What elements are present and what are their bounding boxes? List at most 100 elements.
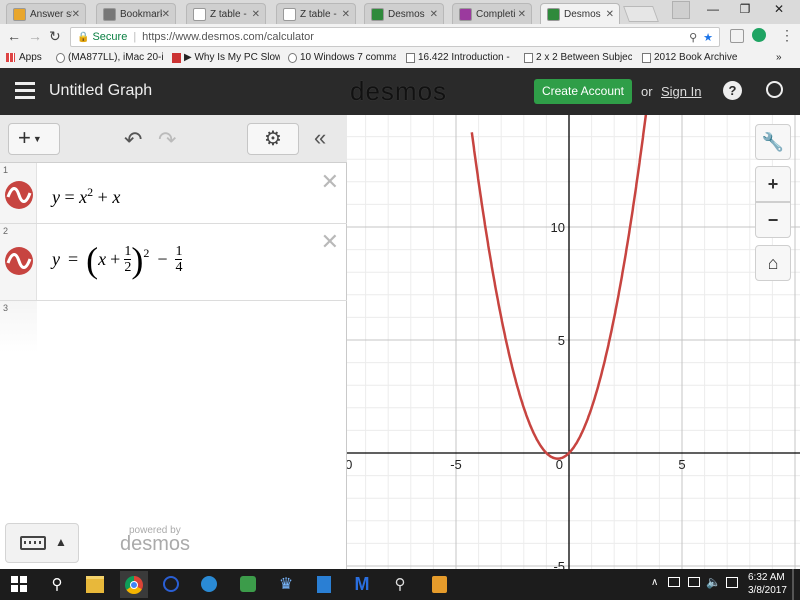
expression-toolbar: + ▼ ↶ ↷ ⚙ « [0, 115, 347, 163]
browser-tab[interactable]: Bookmark ✕ [96, 3, 176, 24]
hamburger-menu-icon[interactable] [15, 82, 35, 100]
close-window-icon[interactable]: ✕ [764, 2, 794, 16]
forward-icon[interactable]: → [28, 28, 42, 44]
expression-number: 1 [3, 165, 9, 175]
bookmark-item[interactable]: (MA877LL), iMac 20-in [56, 52, 164, 63]
profile-icon[interactable] [672, 1, 690, 19]
bookmark-item[interactable]: ▶ Why Is My PC Slow [172, 52, 280, 63]
tab-close-icon[interactable]: ✕ [518, 9, 526, 20]
collapse-panel-icon[interactable]: « [314, 125, 326, 151]
curve-color-icon[interactable] [4, 246, 34, 276]
redo-icon[interactable]: ↷ [158, 127, 176, 153]
minimize-icon[interactable]: — [698, 2, 728, 16]
extension-icon-2[interactable] [752, 28, 766, 42]
app-icon[interactable] [428, 573, 450, 595]
tray-icon[interactable] [668, 577, 680, 587]
tab-favicon-icon [193, 7, 206, 21]
network-icon[interactable] [688, 577, 700, 587]
tab-close-icon[interactable]: ✕ [72, 9, 80, 20]
address-bar[interactable]: 🔒 Secure | https://www.desmos.com/calcul… [70, 27, 720, 47]
browser-tab[interactable]: Desmos ✕ [364, 3, 444, 24]
tab-close-icon[interactable]: ✕ [430, 9, 438, 20]
keypad-toggle-button[interactable]: ▲ [5, 523, 79, 563]
notifications-icon[interactable] [792, 569, 794, 600]
wrench-icon[interactable]: 🔧 [755, 124, 791, 160]
tab-close-icon[interactable]: ✕ [252, 9, 260, 20]
tab-title: Desmos [564, 8, 601, 20]
clock-time[interactable]: 6:32 AM [748, 572, 785, 583]
expression-math[interactable]: y = x2 + x [52, 185, 120, 208]
home-icon[interactable]: ⌂ [755, 245, 791, 281]
app-icon[interactable] [160, 573, 182, 595]
tab-close-icon[interactable]: ✕ [606, 9, 614, 20]
sign-in-link[interactable]: Sign In [661, 84, 701, 99]
app-icon[interactable] [198, 573, 220, 595]
bookmark-item[interactable]: 2 x 2 Between Subjec [524, 52, 632, 63]
expression-math[interactable]: y = ( x + 12 ) 2 − 14 [52, 242, 183, 278]
undo-icon[interactable]: ↶ [124, 127, 142, 153]
bookmark-item[interactable]: Apps [6, 52, 50, 63]
tray-caret-icon[interactable]: ∧ [651, 577, 658, 588]
tick-label: 5 [678, 457, 685, 472]
volume-icon[interactable]: 🔈 [706, 575, 721, 589]
zoom-in-icon[interactable]: + [755, 166, 791, 202]
expression-row[interactable]: 2 y = ( x + 12 ) 2 − 14 ✕ [0, 224, 347, 301]
zoom-icon[interactable]: ⚲ [689, 31, 697, 44]
browser-toolbar: ← → ↻ 🔒 Secure | https://www.desmos.com/… [0, 24, 800, 50]
empty-expression-row[interactable]: 3 [0, 301, 347, 353]
tab-close-icon[interactable]: ✕ [342, 9, 350, 20]
bookmark-item[interactable]: 2012 Book Archive [642, 52, 742, 63]
browser-tab[interactable]: Completi ✕ [452, 3, 532, 24]
secure-label: Secure [92, 31, 128, 43]
app-icon[interactable] [237, 573, 259, 595]
menu-icon[interactable]: ⋮ [780, 27, 794, 44]
tab-title: Desmos [388, 8, 425, 20]
ime-icon[interactable] [726, 577, 738, 588]
search-icon[interactable]: ⚲ [46, 573, 68, 595]
bookmark-item[interactable]: 16.422 Introduction - [406, 52, 514, 63]
delete-expression-icon[interactable]: ✕ [321, 169, 339, 195]
graph-title[interactable]: Untitled Graph [49, 82, 152, 100]
bookmark-icon [642, 52, 651, 63]
reload-icon[interactable]: ↻ [49, 28, 61, 45]
browser-tab[interactable]: Z table - ✕ [186, 3, 266, 24]
bookmark-star-icon[interactable]: ★ [703, 31, 713, 44]
back-icon[interactable]: ← [7, 28, 21, 44]
app-icon[interactable]: ♛ [275, 573, 297, 595]
maximize-icon[interactable]: ❐ [730, 2, 760, 16]
settings-gear-icon[interactable]: ⚙ [247, 123, 299, 155]
graph-paper[interactable]: -10-505105-5 [347, 115, 800, 569]
browser-tab-strip: Answer st ✕ Bookmark ✕ Z table - ✕ Z table - … [0, 0, 800, 24]
create-account-button[interactable]: Create Account [534, 79, 632, 104]
globe-icon[interactable] [766, 81, 783, 98]
bookmarks-more[interactable]: » [776, 52, 782, 63]
windows-start-icon[interactable] [8, 573, 30, 595]
add-item-button[interactable]: + ▼ [8, 123, 60, 155]
keyboard-icon [20, 536, 46, 550]
file-explorer-icon[interactable] [84, 573, 106, 595]
browser-tab[interactable]: Desmos ✕ [540, 3, 620, 24]
browser-tab[interactable]: Answer st ✕ [6, 3, 86, 24]
browser-tab[interactable]: Z table - ✕ [276, 3, 356, 24]
app-icon[interactable]: ⚲ [389, 573, 411, 595]
curve-color-icon[interactable] [4, 180, 34, 210]
clock-date[interactable]: 3/8/2017 [748, 585, 787, 596]
tab-favicon-icon [371, 7, 384, 21]
tab-close-icon[interactable]: ✕ [162, 9, 170, 20]
app-icon[interactable] [313, 573, 335, 595]
caret-up-icon: ▲ [55, 535, 67, 549]
apps-icon [6, 53, 15, 62]
extension-icon[interactable] [730, 29, 744, 43]
bookmark-item[interactable]: 10 Windows 7 comma [288, 52, 396, 63]
help-icon[interactable]: ? [723, 81, 742, 100]
app-icon[interactable]: M [351, 573, 373, 595]
powered-by-logo[interactable]: desmos [120, 533, 190, 556]
new-tab-button[interactable] [623, 6, 659, 22]
delete-expression-icon[interactable]: ✕ [321, 229, 339, 255]
graph-svg[interactable]: -10-505105-5 [347, 115, 800, 569]
chrome-icon[interactable] [120, 571, 148, 598]
tab-favicon-icon [547, 7, 560, 21]
expression-row[interactable]: 1 y = x2 + x ✕ [0, 163, 347, 224]
url-text[interactable]: https://www.desmos.com/calculator [142, 31, 314, 43]
zoom-out-icon[interactable]: − [755, 202, 791, 238]
